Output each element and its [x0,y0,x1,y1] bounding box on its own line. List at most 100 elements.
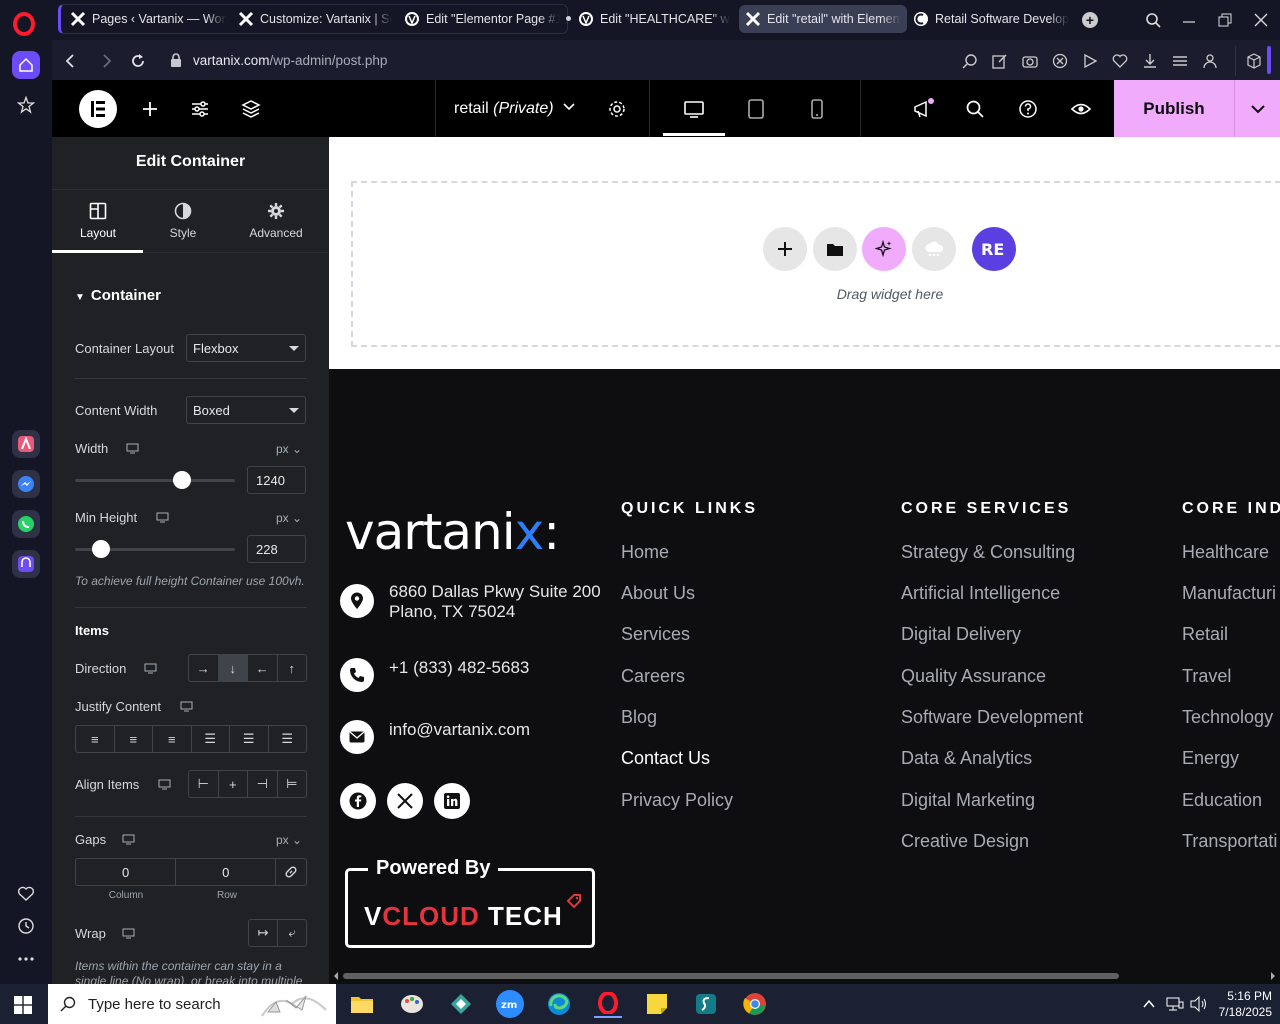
footer-link[interactable]: Software Development [901,707,1083,728]
preview-eye-icon[interactable] [1070,98,1092,120]
desktop-responsive-icon[interactable] [144,663,157,674]
horizontal-scrollbar[interactable] [329,968,1280,984]
footer-link[interactable]: About Us [621,583,695,604]
opera-logo-icon[interactable] [12,12,36,36]
tablet-view-icon[interactable] [745,98,767,120]
page-settings-gear-icon[interactable] [606,98,628,120]
desktop-view-icon[interactable] [683,98,705,120]
show-hidden-icons-chevron-icon[interactable] [1142,997,1156,1011]
footer-link[interactable]: Travel [1182,666,1231,687]
direction-column-reverse-icon[interactable]: ↑ [278,655,307,681]
section-toggle[interactable]: ▼ Container [75,287,161,304]
min-height-input[interactable]: 228 [247,535,306,563]
template-folder-icon[interactable] [813,227,857,271]
tab-retail-software[interactable]: Retail Software Development [907,5,1075,33]
no-wrap-icon[interactable]: ↦ [249,920,278,946]
sticky-notes-icon[interactable] [643,990,671,1018]
speed-dial-star-icon[interactable] [12,91,40,119]
camera-icon[interactable] [1022,53,1038,69]
footer-link[interactable]: Strategy & Consulting [901,542,1075,563]
notifications-megaphone-icon[interactable] [912,98,934,120]
footer-link[interactable]: Careers [621,666,685,687]
footer-link[interactable]: Manufacturi [1182,583,1276,604]
page-name-dropdown[interactable]: retail (Private) [454,100,554,118]
footer-link[interactable]: Privacy Policy [621,790,733,811]
chrome-browser-icon[interactable] [741,990,769,1018]
aria-icon[interactable] [12,430,40,458]
mobile-view-icon[interactable] [806,98,828,120]
powered-by-badge[interactable]: Powered By VCLOUD TECH [345,857,595,948]
link-values-icon[interactable] [276,859,306,885]
align-stretch-icon[interactable]: ⊨ [278,771,307,797]
justify-space-between-icon[interactable]: ☰ [192,726,230,752]
tab-customize[interactable]: Customize: Vartanix | Software [232,5,398,33]
width-input[interactable]: 1240 [247,466,306,494]
footer-link[interactable]: Digital Marketing [901,790,1035,811]
justify-end-icon[interactable]: ≡ [153,726,192,752]
site-settings-sliders-icon[interactable] [189,98,211,120]
footer-link[interactable]: Contact Us [621,748,710,769]
desktop-responsive-icon[interactable] [126,443,139,454]
scroll-right-icon[interactable] [1270,971,1276,981]
tab-healthcare[interactable]: Edit "HEALTHCARE" with E [572,5,736,33]
width-unit-select[interactable]: px ⌄ [276,442,302,456]
gaps-unit-select[interactable]: px ⌄ [276,833,302,847]
heart-icon[interactable] [1112,53,1128,69]
justify-space-evenly-icon[interactable]: ☰ [269,726,307,752]
adblock-icon[interactable] [1052,53,1068,69]
zoom-search-icon[interactable] [962,53,978,69]
gap-column-input[interactable]: 0 [76,859,177,885]
tab-advanced[interactable]: Advanced [236,202,316,240]
footer-link[interactable]: Retail [1182,624,1228,645]
more-dots-icon[interactable] [12,945,40,973]
help-icon[interactable] [1017,98,1039,120]
footer-link[interactable]: Healthcare [1182,542,1269,563]
align-start-icon[interactable]: ⊢ [189,771,219,797]
justify-start-icon[interactable]: ≡ [76,726,115,752]
footer-link[interactable]: Services [621,624,690,645]
url-field[interactable]: vartanix.com/wp-admin/post.php [193,53,387,68]
footer-link[interactable]: Blog [621,707,657,728]
chevron-down-icon[interactable] [562,100,576,114]
facebook-icon[interactable] [340,783,376,819]
scroll-left-icon[interactable] [333,971,339,981]
publish-button[interactable]: Publish [1114,80,1234,137]
finder-search-icon[interactable] [964,98,986,120]
footer-link[interactable]: Creative Design [901,831,1029,852]
widget-drop-zone[interactable] [351,181,1280,347]
align-end-icon[interactable]: ⊣ [248,771,278,797]
structure-layers-icon[interactable] [240,98,262,120]
publish-options-chevron-icon[interactable] [1234,80,1280,137]
direction-row-reverse-icon[interactable]: ← [248,655,278,681]
x-twitter-icon[interactable] [387,783,423,819]
forward-icon[interactable] [97,52,115,70]
min-height-slider-handle[interactable] [91,540,110,558]
elementor-logo-icon[interactable] [79,90,117,128]
footer-link[interactable]: Technology [1182,707,1273,728]
desktop-responsive-icon[interactable] [158,779,171,790]
new-tab-button[interactable]: + [1082,12,1098,28]
minimize-icon[interactable] [1179,10,1199,30]
taskbar-search[interactable]: Type here to search [48,984,336,1024]
tab-layout[interactable]: Layout [58,202,138,240]
restore-icon[interactable] [1215,10,1235,30]
desktop-responsive-icon[interactable] [122,928,135,939]
opera-browser-icon[interactable] [594,990,622,1018]
tab-style[interactable]: Style [143,202,223,240]
add-section-icon[interactable] [763,227,807,271]
desktop-responsive-icon[interactable] [122,834,135,845]
script-app-icon[interactable] [692,990,720,1018]
system-clock[interactable]: 5:16 PM 7/18/2025 [1212,988,1272,1020]
container-layout-select[interactable]: Flexbox [186,334,306,362]
extensions-cube-icon[interactable] [1246,53,1262,69]
wrap-icon[interactable]: ⤶ [278,920,306,946]
gap-row-input[interactable]: 0 [176,859,277,885]
footer-link[interactable]: Education [1182,790,1262,811]
footer-email[interactable]: info@vartanix.com [389,720,530,740]
windows-start-icon[interactable] [14,996,32,1014]
app-diamond-icon[interactable] [447,990,475,1018]
align-center-icon[interactable]: + [219,771,248,797]
favorites-heart-icon[interactable] [12,880,40,908]
direction-row-icon[interactable]: → [189,655,219,681]
vartanix-logo[interactable]: vartanix: [345,503,560,561]
